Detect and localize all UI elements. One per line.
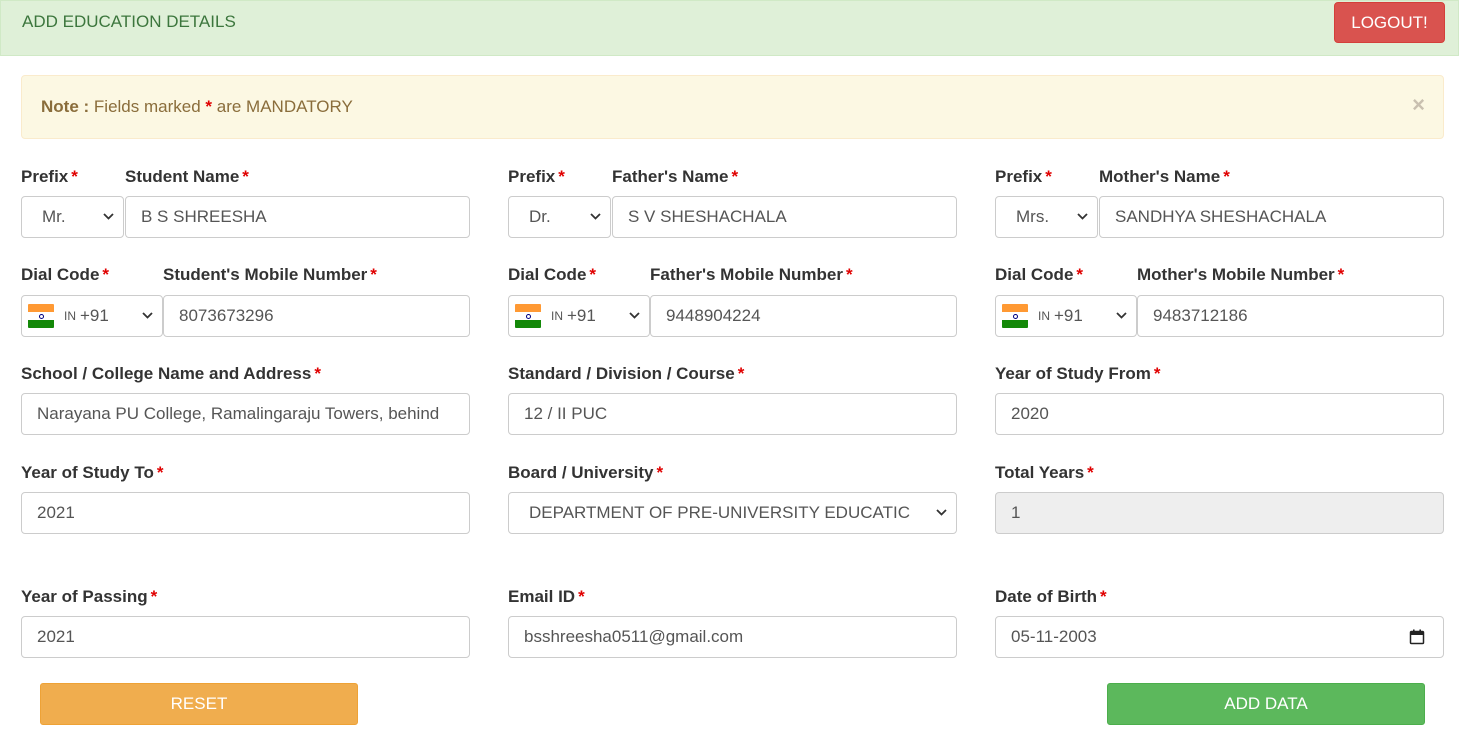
father-mobile-label: Father's Mobile Number * (650, 265, 853, 284)
mother-dial-label: Dial Code * (995, 265, 1084, 284)
chevron-down-icon (142, 310, 153, 320)
standard-label: Standard / Division / Course * (508, 364, 745, 383)
chevron-down-icon (1077, 211, 1088, 221)
school-label: School / College Name and Address * (21, 364, 321, 383)
standard-input[interactable]: 12 / II PUC (508, 393, 957, 435)
dob-input[interactable]: 05-11-2003 (995, 616, 1444, 658)
india-flag-icon (1002, 304, 1028, 328)
father-name-input[interactable]: S V SHESHACHALA (612, 196, 957, 238)
student-prefix-select[interactable]: Mr. (21, 196, 124, 238)
chevron-down-icon (936, 507, 947, 517)
note-label: Note : (41, 97, 90, 116)
logout-button[interactable]: LOGOUT! (1334, 2, 1445, 43)
board-select[interactable]: DEPARTMENT OF PRE-UNIVERSITY EDUCATIC (508, 492, 957, 534)
year-from-input[interactable]: 2020 (995, 393, 1444, 435)
total-years-label: Total Years * (995, 463, 1094, 482)
chevron-down-icon (103, 211, 114, 221)
student-mobile-input[interactable]: 8073673296 (163, 295, 470, 337)
close-icon[interactable]: × (1412, 92, 1425, 118)
india-flag-icon (28, 304, 54, 328)
required-asterisk: * (205, 97, 213, 116)
mother-prefix-label: Prefix * (995, 167, 1052, 186)
email-label: Email ID * (508, 587, 585, 606)
year-to-label: Year of Study To * (21, 463, 164, 482)
board-label: Board / University * (508, 463, 664, 482)
add-data-button[interactable]: ADD DATA (1107, 683, 1425, 725)
total-years-input: 1 (995, 492, 1444, 534)
mother-dial-select[interactable]: IN +91 (995, 295, 1137, 337)
email-input[interactable]: bsshreesha0511@gmail.com (508, 616, 957, 658)
school-input[interactable]: Narayana PU College, Ramalingaraju Tower… (21, 393, 470, 435)
chevron-down-icon (629, 310, 640, 320)
chevron-down-icon (590, 211, 601, 221)
father-dial-select[interactable]: IN +91 (508, 295, 650, 337)
chevron-down-icon (1116, 310, 1127, 320)
page-title: ADD EDUCATION DETAILS (22, 12, 236, 31)
dob-label: Date of Birth * (995, 587, 1107, 606)
calendar-icon[interactable] (1409, 629, 1425, 650)
mandatory-note-alert: Note : Fields marked * are MANDATORY × (21, 75, 1444, 139)
student-dial-label: Dial Code * (21, 265, 110, 284)
reset-button[interactable]: RESET (40, 683, 358, 725)
note-text-after: are MANDATORY (216, 97, 353, 116)
student-name-input[interactable]: B S SHREESHA (125, 196, 470, 238)
mother-name-label: Mother's Name * (1099, 167, 1230, 186)
student-mobile-label: Student's Mobile Number * (163, 265, 377, 284)
year-from-label: Year of Study From * (995, 364, 1161, 383)
father-prefix-label: Prefix * (508, 167, 565, 186)
father-name-label: Father's Name * (612, 167, 739, 186)
student-prefix-label: Prefix * (21, 167, 78, 186)
student-name-label: Student Name * (125, 167, 249, 186)
year-passing-label: Year of Passing * (21, 587, 158, 606)
student-dial-select[interactable]: IN +91 (21, 295, 163, 337)
mother-mobile-input[interactable]: 9483712186 (1137, 295, 1444, 337)
father-mobile-input[interactable]: 9448904224 (650, 295, 957, 337)
year-passing-input[interactable]: 2021 (21, 616, 470, 658)
father-dial-label: Dial Code * (508, 265, 597, 284)
mother-name-input[interactable]: SANDHYA SHESHACHALA (1099, 196, 1444, 238)
mother-prefix-select[interactable]: Mrs. (995, 196, 1098, 238)
note-text-before: Fields marked (93, 97, 201, 116)
year-to-input[interactable]: 2021 (21, 492, 470, 534)
india-flag-icon (515, 304, 541, 328)
page-header: ADD EDUCATION DETAILS LOGOUT! (0, 0, 1459, 56)
mother-mobile-label: Mother's Mobile Number * (1137, 265, 1345, 284)
alert-text: Note : Fields marked * are MANDATORY (41, 97, 353, 117)
father-prefix-select[interactable]: Dr. (508, 196, 611, 238)
